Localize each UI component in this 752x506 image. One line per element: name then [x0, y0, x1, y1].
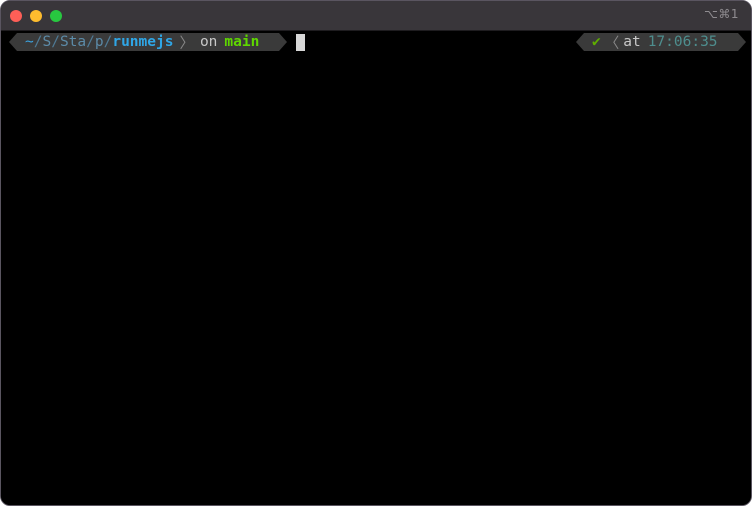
path-part-3: p [94, 34, 104, 50]
git-branch: main [224, 34, 260, 50]
path-separator: / [51, 34, 60, 50]
current-directory: runmejs [112, 34, 174, 50]
zoom-button[interactable] [50, 10, 62, 22]
terminal-window: ⌥⌘1 ~ / S / Sta / p / runmejs 〉 on main ✔ 〈 at 17:06:3… [0, 0, 752, 506]
path-separator: / [86, 34, 95, 50]
path-separator: / [103, 34, 113, 50]
prompt-separator-icon: 〉 [179, 35, 194, 52]
minimize-button[interactable] [30, 10, 42, 22]
window-shortcut-label: ⌥⌘1 [704, 7, 739, 21]
path-home: ~ [25, 34, 34, 50]
path-part-2: Sta [59, 34, 87, 50]
close-button[interactable] [10, 10, 22, 22]
on-label: on [199, 34, 218, 50]
path-separator: / [33, 34, 43, 50]
terminal-content[interactable]: ~ / S / Sta / p / runmejs 〉 on main ✔ 〈 at 17:06:35 [1, 31, 751, 505]
status-check-icon: ✔ [592, 34, 601, 50]
title-bar[interactable]: ⌥⌘1 [1, 1, 751, 31]
prompt-time: 17:06:35 [647, 34, 718, 50]
prompt-right-segment: ✔ 〈 at 17:06:35 [576, 33, 746, 51]
right-separator-icon: 〈 [604, 35, 620, 52]
path-part-1: S [42, 34, 52, 50]
prompt-left-segment: ~ / S / Sta / p / runmejs 〉 on main [9, 33, 287, 51]
text-cursor [296, 34, 305, 51]
at-label: at [623, 34, 641, 50]
